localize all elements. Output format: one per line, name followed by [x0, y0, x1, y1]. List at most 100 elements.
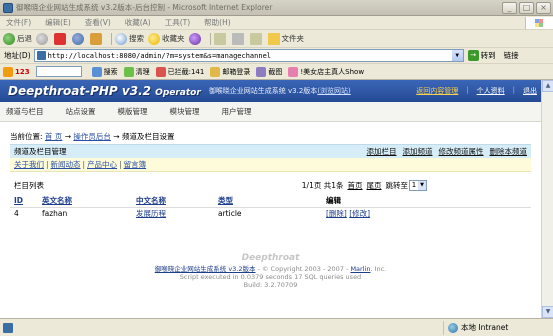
window-title: 御喉晓企业网站生成系统 v3.2版本-后台控制 - Microsoft Inte…: [16, 3, 273, 12]
menu-bar: 文件(F) 编辑(E) 查看(V) 收藏(A) 工具(T) 帮助(H): [0, 16, 553, 30]
addon-search-button[interactable]: 搜索: [91, 66, 118, 77]
main-nav: 频道与栏目 站点设置 模版管理 模块管理 用户管理: [0, 102, 541, 122]
col-id[interactable]: ID: [10, 194, 38, 207]
page-icon: [36, 51, 46, 60]
menu-file[interactable]: 文件(F): [6, 17, 31, 28]
footer-build: Build: 3.2.70709: [243, 281, 298, 289]
channel-guestbook[interactable]: 留言簿: [124, 159, 147, 170]
select-dropdown-icon: ▼: [418, 180, 426, 190]
addon-clean-button[interactable]: 清理: [123, 66, 150, 77]
media-button[interactable]: [188, 32, 203, 45]
addon-ad-link[interactable]: !美女店主真人Show: [288, 66, 364, 77]
breadcrumb-admin[interactable]: 操作员后台: [73, 132, 111, 141]
address-dropdown-icon[interactable]: ▼: [451, 50, 463, 61]
add-column-link[interactable]: 添加栏目: [367, 146, 397, 157]
minimize-button[interactable]: _: [502, 1, 517, 14]
back-to-content-link[interactable]: 返回内容管理: [416, 86, 458, 96]
addon-capture-button[interactable]: 截图: [256, 66, 282, 77]
mail-button[interactable]: [213, 32, 228, 45]
list-title: 栏目列表: [14, 180, 44, 190]
tab-site-settings[interactable]: 站点设置: [66, 106, 96, 117]
addon-blocked-counter[interactable]: 已拦截:141: [155, 66, 204, 77]
col-cn-name[interactable]: 中文名称: [132, 194, 214, 207]
tab-templates[interactable]: 模版管理: [118, 106, 148, 117]
row-cn-name-link[interactable]: 发展历程: [136, 209, 166, 218]
col-en-name[interactable]: 英文名称: [38, 194, 132, 207]
app-header: Deepthroat-PHP v3.2 Operator 御喉晓企业网站生成系统…: [0, 80, 541, 102]
search-button[interactable]: 搜索: [115, 32, 144, 45]
refresh-button[interactable]: [72, 32, 86, 45]
page-footer: Deepthroat 御喉晓企业网站生成系统 v3.2版本 - © Copyri…: [0, 253, 541, 289]
channel-list: 关于我们 | 新闻动态 | 产品中心 | 留言簿: [10, 158, 531, 172]
addon-logo-icon: [3, 66, 13, 77]
tab-channels[interactable]: 频道与栏目: [6, 106, 44, 117]
edit-channel-link[interactable]: 修改频道属性: [439, 146, 484, 157]
addon-mail-button[interactable]: 邮箱登录: [210, 66, 250, 77]
ad-icon: [288, 66, 299, 77]
panel-header: 频道及栏目管理 添加栏目 添加频道 修改频道属性 删除本频道: [10, 144, 531, 158]
tab-users[interactable]: 用户管理: [222, 106, 252, 117]
close-button[interactable]: ×: [536, 1, 551, 14]
scroll-up-icon[interactable]: ▲: [542, 80, 553, 92]
menu-favorites[interactable]: 收藏(A): [125, 17, 151, 28]
channel-products[interactable]: 产品中心: [87, 159, 117, 170]
addon-search-box[interactable]: [35, 66, 86, 77]
col-type[interactable]: 类型: [214, 194, 322, 207]
delete-row-link[interactable]: [删除]: [326, 209, 347, 218]
app-brand: Deepthroat-PHP v3.2 Operator: [8, 84, 201, 98]
toolbar-separator: [209, 32, 211, 45]
scissors-icon: [256, 66, 267, 77]
go-button[interactable]: → 转到: [467, 50, 496, 61]
view-site-link[interactable]: (浏览网站): [317, 87, 350, 95]
breadcrumb: 当前位置: 首 页 → 操作员后台 → 频道及栏目设置: [10, 132, 175, 141]
add-channel-link[interactable]: 添加频道: [403, 146, 433, 157]
edit-row-link[interactable]: [修改]: [349, 209, 370, 218]
forward-button[interactable]: [36, 32, 50, 45]
channel-about[interactable]: 关于我们: [14, 159, 44, 170]
address-input[interactable]: http://localhost:8080/admin/?m=system&s=…: [33, 49, 464, 62]
refresh-icon: [72, 32, 84, 45]
addon-search-input[interactable]: [35, 66, 82, 77]
logout-link[interactable]: 退出: [523, 86, 537, 96]
vertical-scrollbar[interactable]: ▲ ▼: [541, 80, 553, 318]
pager: 1/1页 共1条 首页 尾页 跳转至 1 ▼: [301, 179, 427, 191]
delete-channel-link[interactable]: 删除本频道: [490, 146, 528, 157]
mail-icon: [213, 32, 226, 45]
home-button[interactable]: [90, 32, 104, 45]
scroll-down-icon[interactable]: ▼: [542, 306, 553, 318]
favorites-button[interactable]: 收藏夹: [148, 32, 185, 45]
footer-system-link[interactable]: 御喉晓企业网站生成系统 v3.2版本: [155, 265, 256, 273]
addon-brand[interactable]: 123: [3, 66, 30, 77]
profile-link[interactable]: 个人资料: [477, 86, 505, 96]
menu-tools[interactable]: 工具(T): [165, 17, 190, 28]
search-icon: [91, 66, 102, 77]
footer-brand: Deepthroat: [241, 253, 300, 263]
broom-icon: [123, 66, 134, 77]
go-arrow-icon: →: [467, 50, 479, 61]
breadcrumb-home[interactable]: 首 页: [45, 132, 62, 141]
menu-help[interactable]: 帮助(H): [204, 17, 231, 28]
stop-button[interactable]: [54, 32, 68, 45]
maximize-button[interactable]: □: [519, 1, 534, 14]
standard-toolbar: 后退 搜索 收藏夹 文件夹: [0, 30, 553, 48]
list-header: 栏目列表 1/1页 共1条 首页 尾页 跳转至 1 ▼: [10, 177, 531, 193]
channel-news[interactable]: 新闻动态: [51, 159, 81, 170]
menu-view[interactable]: 查看(V): [85, 17, 111, 28]
footer-author-link[interactable]: Marlin: [350, 265, 370, 273]
tab-modules[interactable]: 模块管理: [170, 106, 200, 117]
pager-last[interactable]: 尾页: [367, 180, 382, 191]
row-id: 4: [10, 206, 38, 220]
windows-logo-icon: [525, 16, 553, 29]
pager-first[interactable]: 首页: [348, 180, 363, 191]
pager-select[interactable]: 1 ▼: [409, 179, 427, 191]
menu-edit[interactable]: 编辑(E): [45, 17, 71, 28]
links-button[interactable]: 链接: [504, 50, 519, 61]
pager-info: 1/1页 共1条: [301, 180, 344, 190]
media-icon: [188, 32, 201, 45]
header-links: 返回内容管理 | 个人资料 | 退出: [416, 86, 537, 96]
print-button[interactable]: [231, 32, 246, 45]
folders-button[interactable]: 文件夹: [267, 32, 304, 45]
edit-button[interactable]: [249, 32, 264, 45]
globe-icon: [448, 322, 458, 333]
back-button[interactable]: 后退: [3, 32, 32, 45]
